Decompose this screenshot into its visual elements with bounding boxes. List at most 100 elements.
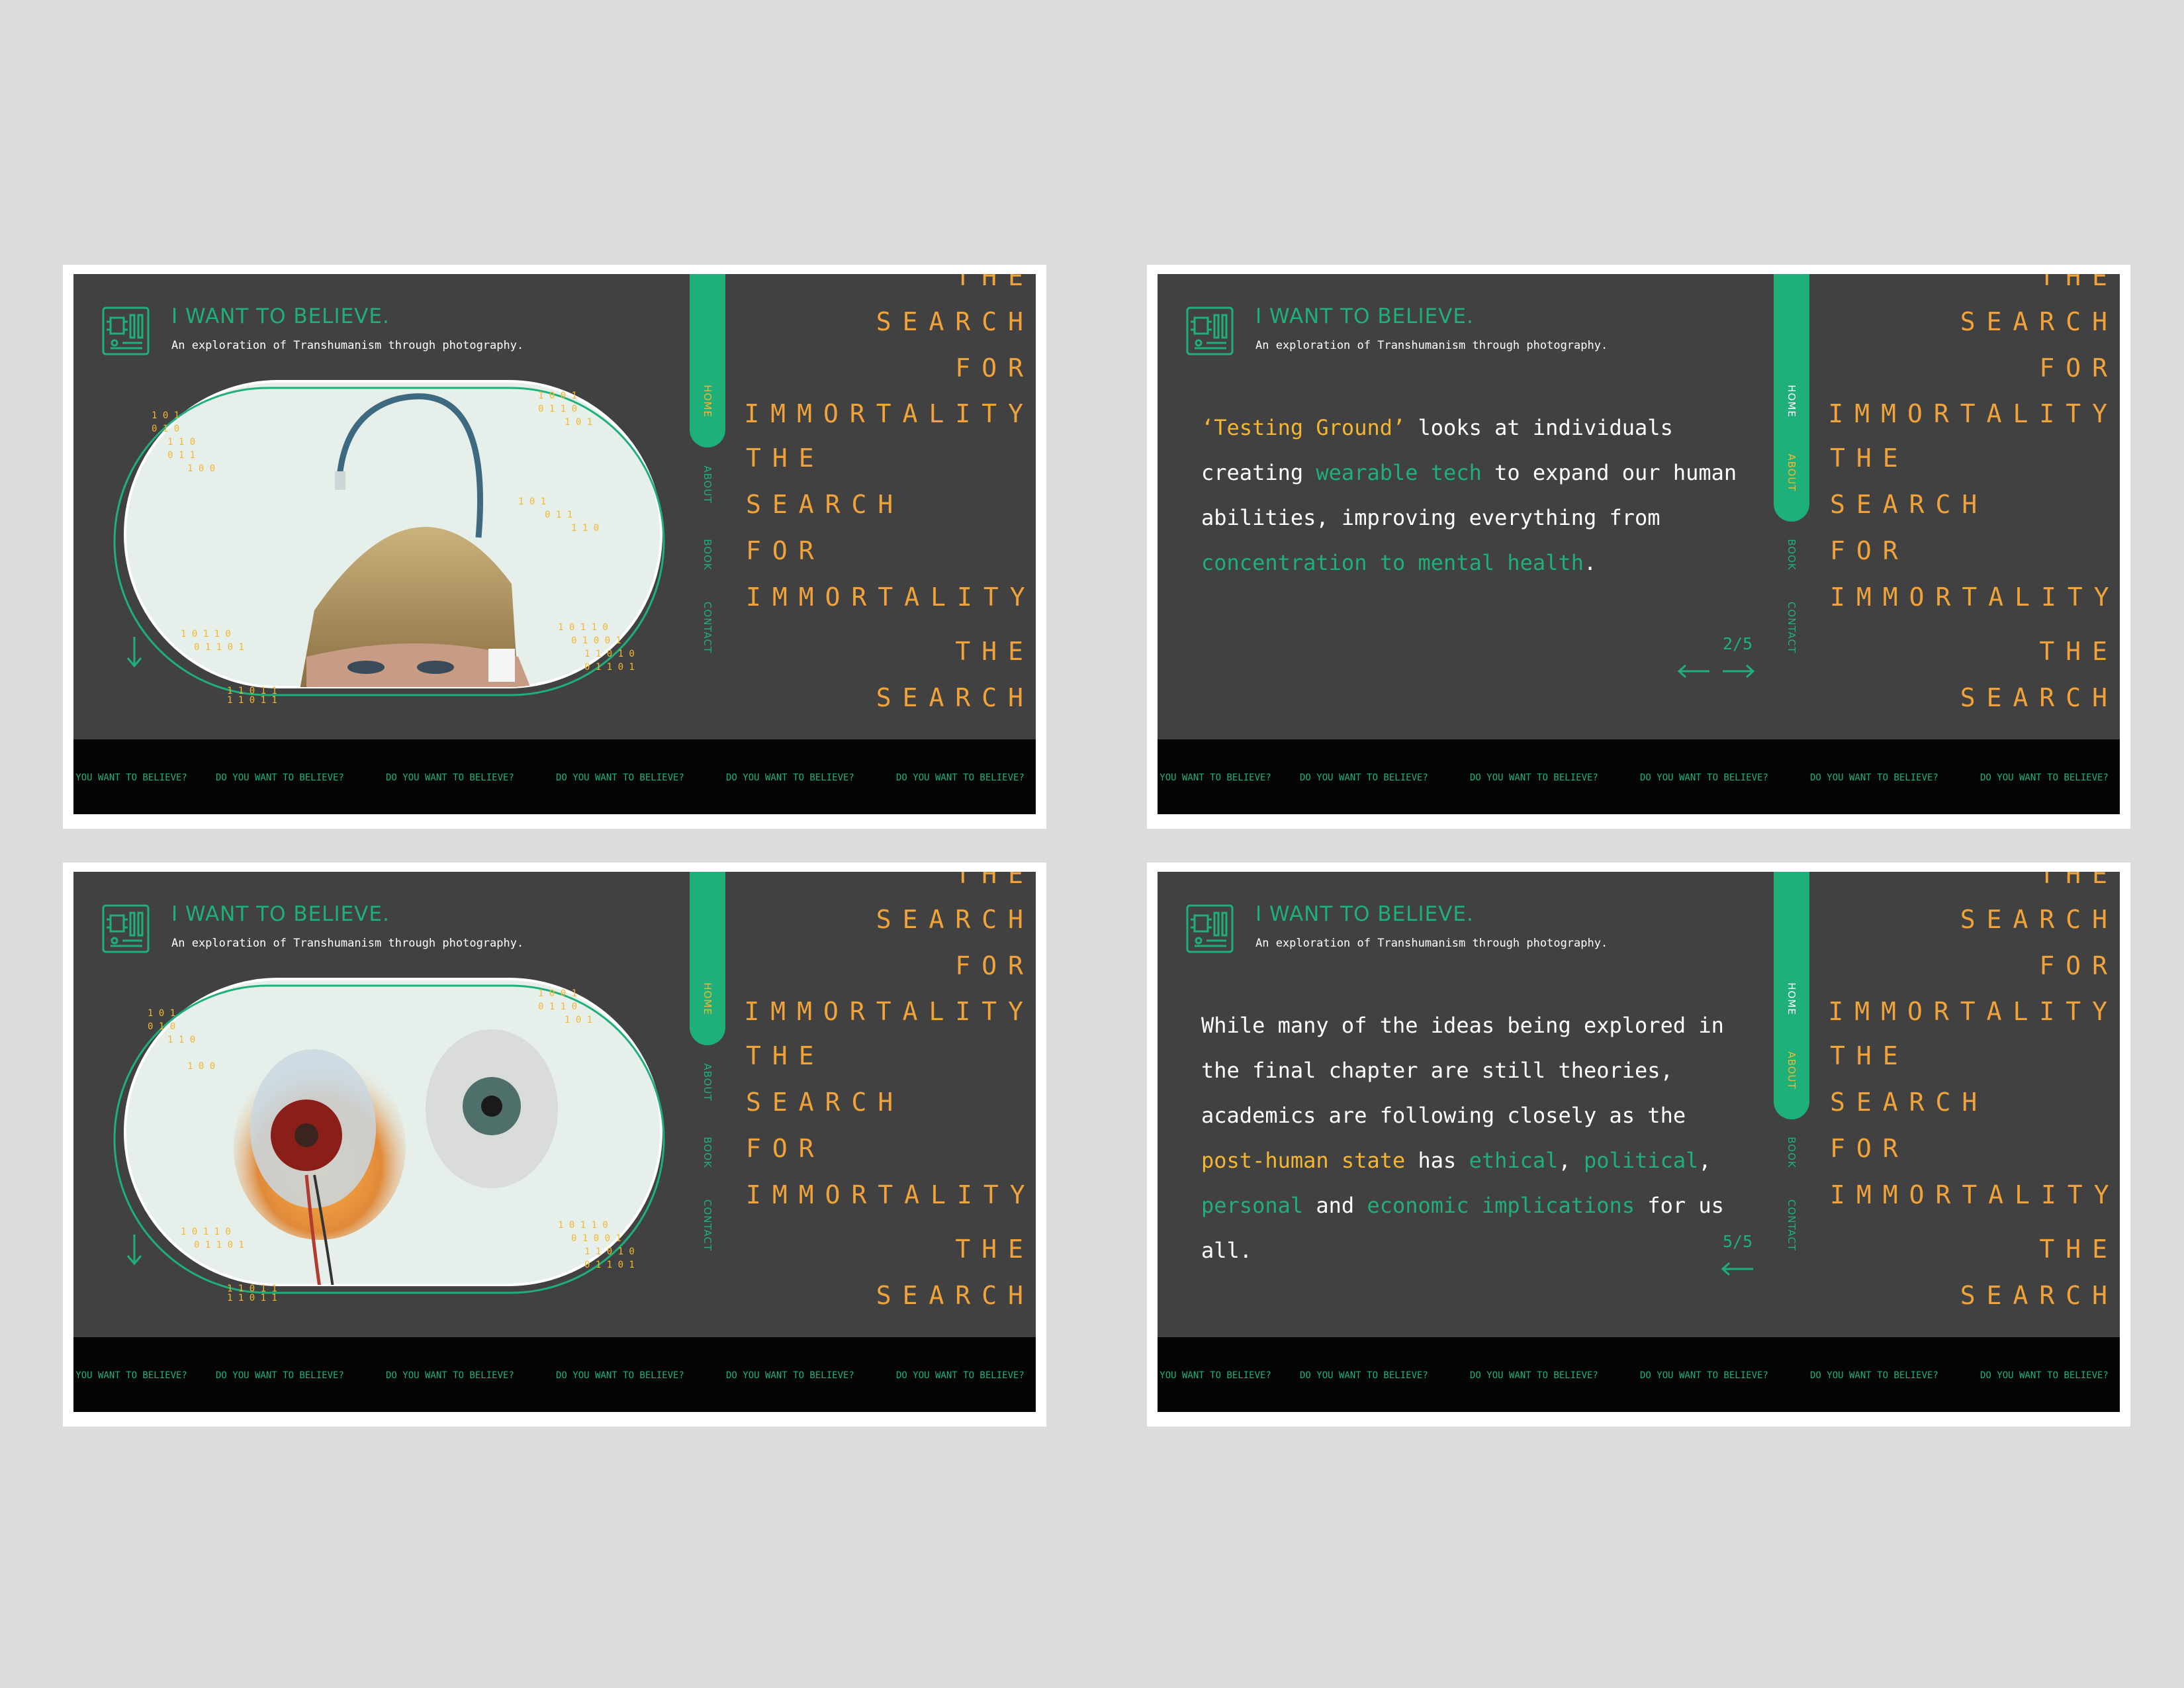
nav-book[interactable]: BOOK [1786, 539, 1797, 570]
site-subtitle: An exploration of Transhumanism through … [1255, 339, 1608, 352]
page-indicator: 2/5 [1723, 634, 1753, 653]
svg-text:1 1 0 1 1: 1 1 0 1 1 [227, 1293, 277, 1302]
vertical-word: SEARCH [1830, 1088, 1989, 1117]
vertical-word: THE [955, 274, 1034, 291]
svg-text:1 0 0: 1 0 0 [187, 463, 215, 474]
svg-text:1 0 0 1: 1 0 0 1 [538, 988, 577, 999]
nav-home[interactable]: HOME [702, 385, 713, 418]
ticker-item: DO YOU WANT TO BELIEVE? [896, 773, 1024, 783]
nav-contact[interactable]: CONTACT [702, 602, 713, 653]
ticker-bar: DO YOU WANT TO BELIEVE? DO YOU WANT TO B… [1158, 739, 2120, 814]
nav-contact[interactable]: CONTACT [1786, 1199, 1797, 1251]
ticker-item: DO YOU WANT TO BELIEVE? [1300, 773, 1428, 783]
arrow-left-icon[interactable] [1676, 663, 1711, 679]
vertical-word: IMMORTALITY [744, 399, 1034, 428]
story-highlight: wearable tech [1316, 460, 1482, 485]
site-title[interactable]: I WANT TO BELIEVE. [1255, 902, 1474, 926]
svg-text:0 1 1: 0 1 1 [545, 510, 572, 520]
ticker-item: DO YOU WANT TO BELIEVE? [386, 1370, 514, 1381]
circuit-board-icon[interactable] [1185, 305, 1234, 357]
vertical-word: THE [746, 1041, 825, 1070]
site-title[interactable]: I WANT TO BELIEVE. [171, 902, 390, 926]
ticker-item: DO YOU WANT TO BELIEVE? [1640, 1370, 1768, 1381]
nav-home[interactable]: HOME [1786, 385, 1797, 418]
story-highlight: political [1583, 1148, 1699, 1173]
svg-text:1 0 0: 1 0 0 [187, 1061, 215, 1072]
nav-home[interactable]: HOME [702, 982, 713, 1015]
vertical-word: SEARCH [876, 683, 1034, 712]
slide-screen-about: I WANT TO BELIEVE. An exploration of Tra… [1158, 274, 2120, 814]
story-text-run: and [1303, 1193, 1367, 1218]
nav-contact[interactable]: CONTACT [702, 1199, 713, 1251]
svg-text:1 0 1 1 0: 1 0 1 1 0 [558, 1220, 608, 1231]
svg-text:1 0 1 1 0: 1 0 1 1 0 [181, 629, 231, 639]
ticker-item: DO YOU WANT TO BELIEVE? [556, 773, 684, 783]
vertical-word: FOR [746, 1134, 825, 1163]
vertical-word: SEARCH [876, 307, 1034, 336]
vertical-word: SEARCH [746, 490, 905, 519]
circuit-board-icon[interactable] [1185, 902, 1234, 955]
svg-text:1 0 1: 1 0 1 [518, 496, 546, 507]
site-subtitle: An exploration of Transhumanism through … [1255, 937, 1608, 950]
site-title[interactable]: I WANT TO BELIEVE. [1255, 305, 1474, 328]
svg-text:0 1 1 0 1: 0 1 1 0 1 [584, 662, 635, 673]
vertical-word: SEARCH [1960, 307, 2118, 336]
vertical-word: FOR [1830, 536, 1909, 565]
slide-frame-4: I WANT TO BELIEVE. An exploration of Tra… [1147, 863, 2130, 1427]
vertical-word: SEARCH [1960, 1281, 2118, 1310]
site-subtitle: An exploration of Transhumanism through … [171, 937, 524, 950]
nav-book[interactable]: BOOK [702, 1137, 713, 1168]
vertical-word: IMMORTALITY [746, 583, 1036, 612]
vertical-word: THE [955, 1235, 1034, 1264]
nav-active-pill [690, 274, 725, 447]
site-title[interactable]: I WANT TO BELIEVE. [171, 305, 390, 328]
hero-photo: 1 0 1 0 1 0 1 1 0 1 0 0 1 0 0 1 0 1 1 0 1 0 … [113, 978, 665, 1302]
nav-book[interactable]: BOOK [702, 539, 713, 570]
story-text: While many of the ideas being explored i… [1201, 1003, 1751, 1273]
svg-text:0 1 1 0 1: 0 1 1 0 1 [194, 642, 244, 653]
vertical-word: THE [2039, 1235, 2118, 1264]
ticker-item: DO YOU WANT TO BELIEVE? [1470, 773, 1598, 783]
svg-text:1 0 1: 1 0 1 [565, 1015, 592, 1025]
ticker-item: DO YOU WANT TO BELIEVE? [1980, 1370, 2109, 1381]
svg-text:0 1 0 0 1: 0 1 0 0 1 [571, 635, 621, 646]
vertical-word: THE [955, 637, 1034, 666]
svg-text:1 1 0: 1 1 0 [571, 523, 599, 534]
vertical-word: SEARCH [1960, 683, 2118, 712]
story-text-run: , [1698, 1148, 1711, 1173]
site-subtitle: An exploration of Transhumanism through … [171, 339, 524, 352]
page-indicator: 5/5 [1723, 1232, 1753, 1251]
nav-book[interactable]: BOOK [1786, 1137, 1797, 1168]
nav-about[interactable]: ABOUT [702, 1063, 713, 1101]
vertical-word: THE [1830, 1041, 1909, 1070]
svg-text:0 1 0: 0 1 0 [152, 424, 179, 434]
ticker-item: DO YOU WANT TO BELIEVE? [726, 1370, 854, 1381]
story-highlight: ‘Testing Ground’ [1201, 415, 1406, 440]
nav-contact[interactable]: CONTACT [1786, 602, 1797, 653]
nav-about[interactable]: ABOUT [702, 465, 713, 503]
arrow-right-icon[interactable] [1721, 663, 1756, 679]
story-text-run: , [1558, 1148, 1584, 1173]
svg-text:0 1 1 0: 0 1 1 0 [538, 404, 577, 414]
story-highlight: concentration to mental health [1201, 550, 1584, 575]
svg-text:1 0 1: 1 0 1 [152, 410, 179, 421]
svg-text:1 1 0 1 1: 1 1 0 1 1 [227, 695, 277, 704]
circuit-board-icon[interactable] [101, 305, 150, 357]
svg-text:0 1 1 0 1: 0 1 1 0 1 [194, 1240, 244, 1250]
vertical-word: FOR [746, 536, 825, 565]
nav-about[interactable]: ABOUT [1786, 1051, 1797, 1089]
svg-text:1 0 1: 1 0 1 [565, 417, 592, 428]
vertical-word: IMMORTALITY [1828, 997, 2118, 1026]
vertical-word: IMMORTALITY [1830, 583, 2120, 612]
vertical-word: THE [2039, 637, 2118, 666]
ticker-bar: DO YOU WANT TO BELIEVE? DO YOU WANT TO B… [73, 1337, 1036, 1412]
nav-home[interactable]: HOME [1786, 982, 1797, 1015]
circuit-board-icon[interactable] [101, 902, 150, 955]
arrow-left-icon[interactable] [1720, 1261, 1754, 1277]
story-highlight: economic implications [1367, 1193, 1635, 1218]
svg-text:0 1 0: 0 1 0 [148, 1021, 175, 1032]
vertical-word: FOR [955, 951, 1034, 980]
nav-about[interactable]: ABOUT [1786, 453, 1797, 491]
svg-text:1 0 1: 1 0 1 [148, 1008, 175, 1019]
vertical-word: SEARCH [876, 905, 1034, 934]
